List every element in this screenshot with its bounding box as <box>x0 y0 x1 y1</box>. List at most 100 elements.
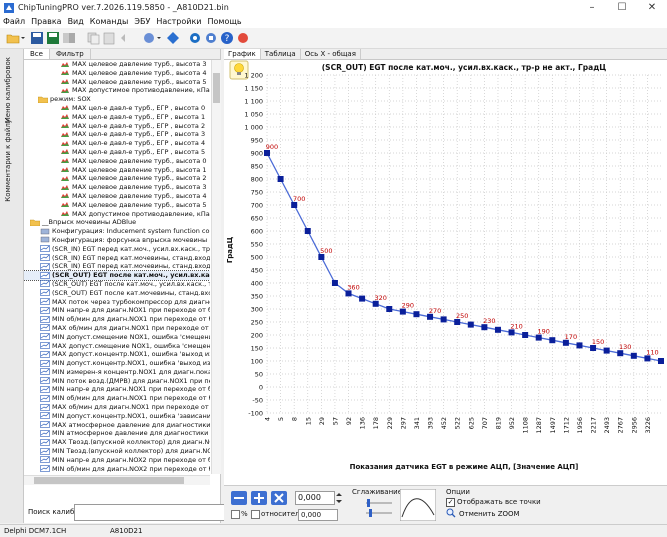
tab-table[interactable]: Таблица <box>261 49 301 59</box>
tree-vertical-scrollbar[interactable] <box>211 60 221 474</box>
relative-value-input[interactable]: 0,000 <box>298 509 338 521</box>
compare-icon[interactable] <box>62 31 76 45</box>
tab-filter[interactable]: Фильтр <box>50 49 91 59</box>
tab-calibration-menu[interactable]: Меню калибровок <box>4 57 12 123</box>
connect-icon[interactable] <box>188 31 202 45</box>
menu-help[interactable]: Помощь <box>205 16 245 28</box>
tree-item[interactable]: MIN допуст.концентр.NOX1, ошибка 'зависа… <box>24 412 210 421</box>
spin-icon[interactable] <box>335 491 343 505</box>
diamond-icon[interactable] <box>166 31 180 45</box>
tree-item[interactable]: MAX цел-е давл-е турб., ЕГР , высота 4 <box>24 139 210 148</box>
menu-settings[interactable]: Настройки <box>153 16 204 28</box>
tree-item[interactable]: MAX допустимое противодавление, кПа <box>24 86 210 95</box>
zoom-icon[interactable] <box>446 508 456 518</box>
tree-horizontal-scrollbar[interactable] <box>24 475 210 485</box>
close-button[interactable]: ✕ <box>637 0 667 16</box>
open-folder-icon[interactable] <box>6 31 20 45</box>
tree-item[interactable]: MIN допуст.смещение NOX1, ошибка 'смещен… <box>24 333 210 342</box>
tree-item[interactable]: MAX цел-е давл-е турб., ЕГР , высота 0 <box>24 104 210 113</box>
help-icon[interactable]: ? <box>220 31 234 45</box>
save-as-icon[interactable] <box>46 31 60 45</box>
tree-item[interactable]: MIN атмосферное давление для диагностики… <box>24 429 210 438</box>
undo-icon[interactable] <box>118 31 132 45</box>
plus-button[interactable] <box>251 491 267 505</box>
tree-item[interactable]: (SCR_IN) EGT перед кат.мочевины, станд.в… <box>24 254 210 263</box>
tab-file-comments[interactable]: Комментарии к файлу <box>4 119 12 202</box>
tree-item[interactable]: Конфигурация: форсунка впрыска мочевины <box>24 236 210 245</box>
tree-item[interactable]: (SCR_OUT) EGT после кат.моч., усил.вх.ка… <box>24 280 210 289</box>
menu-view[interactable]: Вид <box>65 16 87 28</box>
tree-item[interactable]: MAX об/мин для диагн.NOX2 при переходе о… <box>24 473 210 474</box>
tree-item[interactable]: MAX Твозд.(впускной коллектор) для диагн… <box>24 438 210 447</box>
scrollbar-thumb[interactable] <box>34 477 184 484</box>
tree-item[interactable]: MIN об/мин для диагн.NOX1 при переходе о… <box>24 394 210 403</box>
tree-item[interactable]: MAX поток через турбокомпрессор для диаг… <box>24 298 210 307</box>
menu-ecu[interactable]: ЭБУ <box>131 16 153 28</box>
update-icon[interactable] <box>236 31 250 45</box>
tree-item[interactable]: MIN допуст.концентр.NOX1, ошибка 'выход … <box>24 359 210 368</box>
tree-item[interactable]: MIN напр-е для диагн.NOX1 при переходе о… <box>24 385 210 394</box>
search-input[interactable] <box>74 504 230 521</box>
maximize-button[interactable]: ☐ <box>607 0 637 16</box>
tree-item[interactable]: (SCR_IN) EGT перед кат.мочевины, станд.в… <box>24 262 210 271</box>
tree-item[interactable]: MIN об/мин для диагн.NOX1 при переходе о… <box>24 315 210 324</box>
tree-item[interactable]: MAX целевое давление турб., высота 5 <box>24 78 210 87</box>
relative-checkbox[interactable] <box>251 510 260 519</box>
tree-item[interactable]: MAX целевое давление турб., высота 1 <box>24 166 210 175</box>
percent-checkbox[interactable] <box>231 510 240 519</box>
minimize-button[interactable]: – <box>577 0 607 16</box>
menu-file[interactable]: Файл <box>0 16 28 28</box>
tree-item[interactable]: (SCR_OUT) EGT после кат.мочевины, станд.… <box>24 289 210 298</box>
copy-icon[interactable] <box>86 31 100 45</box>
menu-commands[interactable]: Команды <box>87 16 132 28</box>
tree-item[interactable]: MAX об/мин для диагн.NOX1 при переходе о… <box>24 403 210 412</box>
tree-item[interactable]: MAX целевое давление турб., высота 3 <box>24 60 210 69</box>
tree-item[interactable]: MAX цел-е давл-е турб., ЕГР , высота 2 <box>24 122 210 131</box>
tree-item[interactable]: MIN об/мин для диагн.NOX2 при переходе о… <box>24 465 210 474</box>
scrollbar-thumb[interactable] <box>213 73 220 103</box>
tree-item[interactable]: MAX допуст.концентр.NOX1, ошибка 'выход … <box>24 350 210 359</box>
tree-item[interactable]: MAX цел-е давл-е турб., ЕГР , высота 1 <box>24 113 210 122</box>
tree-item[interactable]: режим: SOX <box>24 95 210 104</box>
tab-all[interactable]: Все <box>24 49 50 59</box>
save-icon[interactable] <box>30 31 44 45</box>
menu-edit[interactable]: Правка <box>28 16 64 28</box>
tree-item[interactable]: MAX целевое давление турб., высота 3 <box>24 183 210 192</box>
tools-dropdown-icon[interactable] <box>156 31 162 45</box>
egt-chart[interactable]: (SCR_OUT) EGT после кат.моч., усил.вх.ка… <box>224 60 667 485</box>
smoothing-slider[interactable] <box>364 498 394 518</box>
cancel-zoom-button[interactable]: Отменить ZOOM <box>459 510 520 518</box>
tree-item[interactable]: MAX целевое давление турб., высота 4 <box>24 69 210 78</box>
show-all-points-checkbox[interactable]: ✓ <box>446 498 455 507</box>
paste-icon[interactable] <box>102 31 116 45</box>
tree-item[interactable]: MAX цел-е давл-е турб., ЕГР , высота 5 <box>24 148 210 157</box>
value-input[interactable]: 0,000 <box>295 491 335 505</box>
tree-item[interactable]: MAX цел-е давл-е турб., ЕГР , высота 3 <box>24 130 210 139</box>
tree-item[interactable]: (SCR_OUT) EGT после кат.моч., усил.вх.ка… <box>24 271 210 280</box>
tree-item[interactable]: MAX целевое давление турб., высота 0 <box>24 157 210 166</box>
tree-item[interactable]: MIN напр-е для диагн.NOX2 при переходе о… <box>24 456 210 465</box>
tree-item[interactable]: MAX целевое давление турб., высота 4 <box>24 192 210 201</box>
tree-item[interactable]: MAX допуст.смещение NOX1, ошибка 'смещен… <box>24 342 210 351</box>
tree-item[interactable]: MAX атмосферное давление для диагностики… <box>24 421 210 430</box>
tree-item[interactable]: Конфигурация: Inducement system function… <box>24 227 210 236</box>
tab-graph[interactable]: График <box>224 49 261 59</box>
tools-icon[interactable] <box>142 31 156 45</box>
tree-item[interactable]: MIN напр-е для диагн.NOX1 при переходе о… <box>24 306 210 315</box>
tree-item[interactable]: MAX допустимое противодавление, кПа <box>24 210 210 219</box>
tree-item[interactable]: (SCR_IN) EGT перед кат.моч., усил.вх.кас… <box>24 245 210 254</box>
tree-item[interactable]: __Впрыск мочевины ADBlue <box>24 218 210 227</box>
tree-item[interactable]: MIN поток возд.(ДМРВ) для диагн.NOX1 при… <box>24 377 210 386</box>
tree-item[interactable]: MAX об/мин для диагн.NOX1 при переходе о… <box>24 324 210 333</box>
minus-button[interactable] <box>231 491 247 505</box>
settings-icon[interactable] <box>204 31 218 45</box>
multiply-button[interactable] <box>271 491 287 505</box>
open-dropdown-icon[interactable] <box>20 31 26 45</box>
tree-item[interactable]: MAX целевое давление турб., высота 5 <box>24 201 210 210</box>
tab-x-axis-common[interactable]: Ось X - общая <box>301 49 361 59</box>
tree-item[interactable]: MAX целевое давление турб., высота 2 <box>24 174 210 183</box>
tree-item[interactable]: MIN измерен-я концентр.NOX1 для диагн.по… <box>24 368 210 377</box>
tree-item[interactable]: MIN Твозд.(впускной коллектор) для диагн… <box>24 447 210 456</box>
calibration-tree[interactable]: MAX целевое давление турб., высота 3MAX … <box>24 60 210 474</box>
map-icon <box>60 157 70 164</box>
